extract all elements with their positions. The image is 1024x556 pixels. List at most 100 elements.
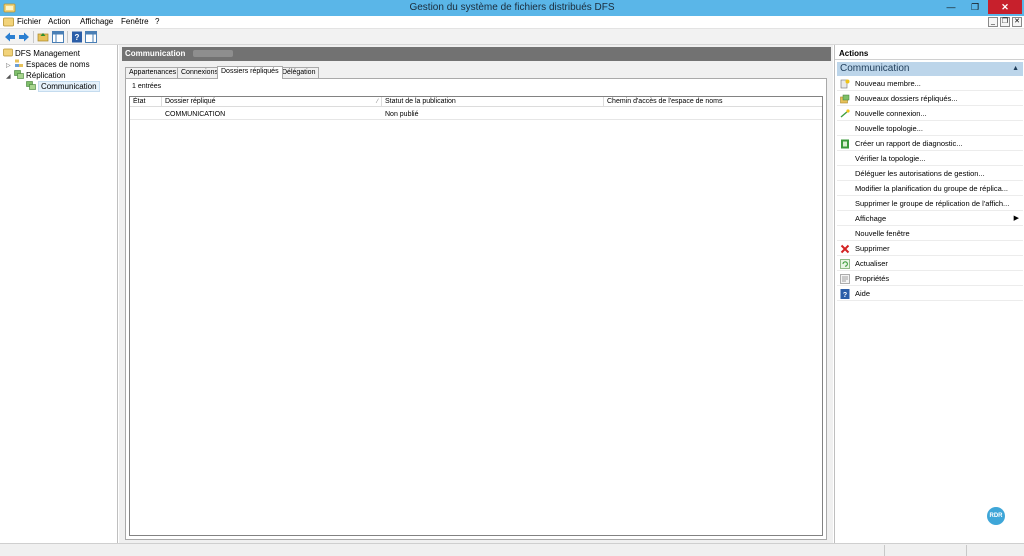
- tree-label: DFS Management: [15, 49, 80, 58]
- table-row[interactable]: COMMUNICATION Non publié: [130, 109, 822, 120]
- action-new-connection[interactable]: Nouvelle connexion...: [837, 107, 1023, 121]
- details-pane: Communication Appartenances Connexions D…: [119, 45, 833, 543]
- action-new-window[interactable]: Nouvelle fenêtre: [837, 227, 1023, 241]
- tree-item-replication[interactable]: ◢ Réplication: [6, 70, 66, 81]
- action-new-member[interactable]: Nouveau membre...: [837, 77, 1023, 91]
- action-label: Supprimer le groupe de réplication de l'…: [855, 199, 1010, 208]
- details-title: Communication: [125, 49, 186, 58]
- action-new-topology[interactable]: Nouvelle topologie...: [837, 122, 1023, 136]
- column-header-state[interactable]: État: [130, 97, 162, 107]
- action-label: Nouvelle topologie...: [855, 124, 923, 133]
- help-icon[interactable]: ?: [71, 31, 83, 43]
- action-label: Supprimer: [855, 244, 890, 253]
- replication-icon: [14, 70, 24, 79]
- tree-label: Espaces de noms: [26, 60, 90, 69]
- forward-arrow-icon[interactable]: [18, 31, 30, 43]
- tree-item-communication[interactable]: Communication: [26, 81, 100, 92]
- actions-section-communication[interactable]: Communication ▲: [837, 62, 1023, 76]
- console-icon[interactable]: [3, 17, 14, 27]
- actions-title: Actions: [835, 47, 1024, 60]
- cell-state: [130, 109, 162, 120]
- action-help[interactable]: ? Aide: [837, 287, 1023, 301]
- properties-icon: [840, 274, 850, 284]
- tab-replicated-folders[interactable]: Dossiers répliqués: [217, 66, 283, 79]
- tab-connections[interactable]: Connexions: [177, 67, 222, 78]
- svg-text:?: ?: [75, 33, 80, 42]
- toolbar: ?: [0, 29, 1024, 45]
- tree-label: Réplication: [26, 71, 66, 80]
- replicated-folders-panel: 1 entrées État Dossier répliqué ⁄ Statut…: [125, 78, 827, 540]
- replicated-folders-list: État Dossier répliqué ⁄ Statut de la pub…: [129, 96, 823, 536]
- action-label: Vérifier la topologie...: [855, 154, 926, 163]
- action-new-replicated-folders[interactable]: Nouveaux dossiers répliqués...: [837, 92, 1023, 106]
- action-label: Modifier la planification du groupe de r…: [855, 184, 1009, 193]
- refresh-icon: [840, 259, 850, 269]
- new-folders-icon: [840, 94, 850, 104]
- back-arrow-icon[interactable]: [4, 31, 16, 43]
- menu-file[interactable]: Fichier: [17, 17, 41, 26]
- action-label: Nouveaux dossiers répliqués...: [855, 94, 958, 103]
- column-header-namespace-path[interactable]: Chemin d'accès de l'espace de noms: [604, 97, 822, 107]
- action-create-diagnostic-report[interactable]: Créer un rapport de diagnostic...: [837, 137, 1023, 151]
- mdi-close-button[interactable]: ✕: [1012, 17, 1022, 27]
- minimize-button[interactable]: —: [940, 0, 962, 14]
- delete-icon: [840, 244, 850, 254]
- action-delegate-permissions[interactable]: Déléguer les autorisations de gestion...: [837, 167, 1023, 181]
- new-connection-icon: [840, 109, 850, 118]
- tab-memberships[interactable]: Appartenances: [125, 67, 181, 78]
- up-folder-icon[interactable]: [37, 31, 49, 43]
- collapse-caret-icon[interactable]: ▲: [1012, 62, 1019, 76]
- close-button[interactable]: ✕: [988, 0, 1022, 14]
- cell-publication-status: Non publié: [385, 111, 419, 118]
- status-separator: [884, 545, 885, 556]
- entry-count: 1 entrées: [132, 83, 162, 90]
- show-hide-tree-icon[interactable]: [52, 31, 64, 43]
- show-hide-action-pane-icon[interactable]: [85, 31, 97, 43]
- restore-button[interactable]: ❐: [964, 0, 986, 14]
- status-bar: [0, 543, 1024, 556]
- navigation-tree: DFS Management ▷ Espaces de noms ◢ Répli…: [0, 45, 118, 543]
- menu-help[interactable]: ?: [155, 17, 159, 26]
- menu-bar: Fichier Action Affichage Fenêtre ? _ ❐ ✕: [0, 16, 1024, 29]
- replication-group-icon: [26, 81, 36, 90]
- tree-item-namespaces[interactable]: ▷ Espaces de noms: [6, 59, 90, 70]
- column-header-publication-status[interactable]: Statut de la publication: [382, 97, 604, 107]
- namespace-icon: [15, 59, 23, 67]
- menu-window[interactable]: Fenêtre: [121, 17, 149, 26]
- menu-view[interactable]: Affichage: [80, 17, 113, 26]
- tree-label: Communication: [38, 81, 100, 92]
- action-label: Actualiser: [855, 259, 888, 268]
- action-verify-topology[interactable]: Vérifier la topologie...: [837, 152, 1023, 166]
- tab-delegation[interactable]: Délégation: [278, 67, 320, 78]
- title-bar: Gestion du système de fichiers distribué…: [0, 0, 1024, 16]
- column-label: Dossier répliqué: [165, 98, 216, 105]
- mdi-minimize-button[interactable]: _: [988, 17, 998, 27]
- submenu-arrow-icon: ▶: [1013, 215, 1019, 222]
- column-header-folder[interactable]: Dossier répliqué ⁄: [162, 97, 382, 107]
- action-edit-schedule[interactable]: Modifier la planification du groupe de r…: [837, 182, 1023, 196]
- action-view[interactable]: Affichage ▶: [837, 212, 1023, 226]
- mdi-restore-button[interactable]: ❐: [1000, 17, 1010, 27]
- action-label: Affichage: [855, 214, 887, 223]
- status-separator: [966, 545, 967, 556]
- cell-namespace-path: [604, 109, 822, 120]
- action-label: Créer un rapport de diagnostic...: [855, 139, 963, 148]
- action-properties[interactable]: Propriétés: [837, 272, 1023, 286]
- menu-action[interactable]: Action: [48, 17, 70, 26]
- redacted-text: [193, 50, 234, 57]
- action-label: Propriétés: [855, 274, 890, 283]
- list-header: État Dossier répliqué ⁄ Statut de la pub…: [130, 97, 822, 107]
- action-remove-group-from-display[interactable]: Supprimer le groupe de réplication de l'…: [837, 197, 1023, 211]
- action-label: Aide: [855, 289, 871, 298]
- action-label: Nouveau membre...: [855, 79, 921, 88]
- details-header: Communication: [122, 47, 831, 61]
- diagnostic-report-icon: [841, 139, 849, 149]
- action-delete[interactable]: Supprimer: [837, 242, 1023, 256]
- tree-item-dfs-management[interactable]: DFS Management: [3, 48, 80, 59]
- action-refresh[interactable]: Actualiser: [837, 257, 1023, 271]
- collapse-arrow-icon[interactable]: ◢: [6, 72, 14, 83]
- section-label: Communication: [840, 63, 910, 74]
- window-title: Gestion du système de fichiers distribué…: [409, 2, 615, 13]
- action-label: Déléguer les autorisations de gestion...: [855, 169, 985, 178]
- actions-pane: Actions Communication ▲ Nouveau membre..…: [834, 45, 1024, 543]
